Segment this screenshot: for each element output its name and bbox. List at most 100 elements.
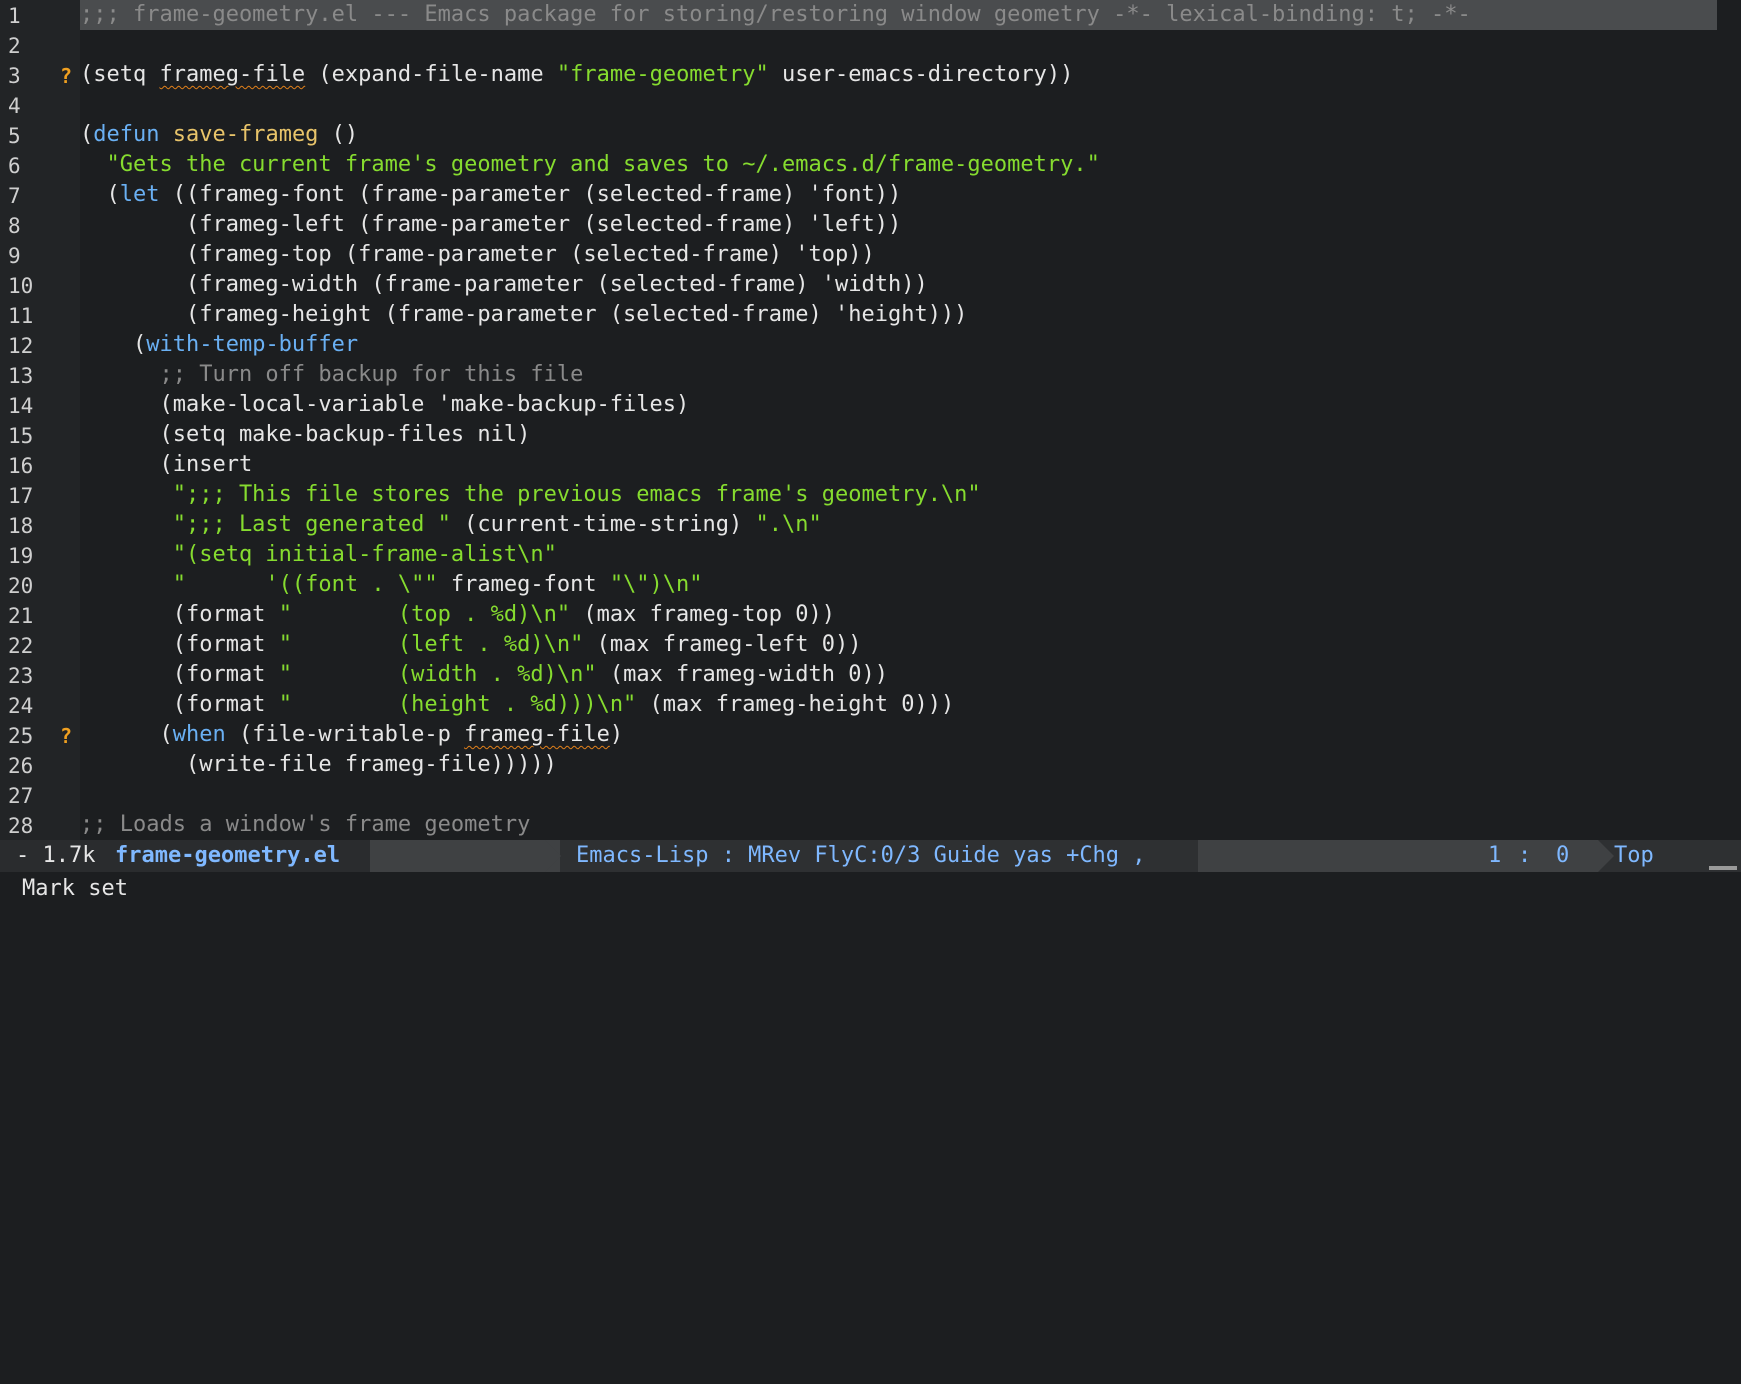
line-number: 9 <box>8 244 21 268</box>
code-line[interactable]: 20 " '((font . \"" frameg-font "\")\n" <box>0 570 1741 600</box>
line-code: (frameg-width (frame-parameter (selected… <box>80 270 928 300</box>
code-line[interactable]: 9 (frameg-top (frame-parameter (selected… <box>0 240 1741 270</box>
active-modes[interactable]: Emacs-Lisp : MRev FlyC:0/3 Guide yas +Ch… <box>576 840 1146 872</box>
line-code: (setq make-backup-files nil) <box>80 420 530 450</box>
code-line[interactable]: 27 <box>0 780 1741 810</box>
code-line[interactable]: 4 <box>0 90 1741 120</box>
code-line[interactable]: 15 (setq make-backup-files nil) <box>0 420 1741 450</box>
code-line[interactable]: 18 ";;; Last generated " (current-time-s… <box>0 510 1741 540</box>
code-token: " (height . %d)))\n" <box>278 692 637 717</box>
line-number: 10 <box>8 274 34 298</box>
flycheck-warning-icon[interactable]: ? <box>60 722 72 750</box>
code-line[interactable]: 3? (setq frameg-file (expand-file-name "f… <box>0 60 1741 90</box>
line-number: 17 <box>8 484 34 508</box>
code-line[interactable]: 21 (format " (top . %d)\n" (max frameg-t… <box>0 600 1741 630</box>
line-number: 3 <box>8 64 21 88</box>
line-code: (defun save-frameg () <box>80 120 358 150</box>
buffer-name[interactable]: frame-geometry.el <box>115 840 340 872</box>
code-line[interactable]: 6 "Gets the current frame's geometry and… <box>0 150 1741 180</box>
line-number: 16 <box>8 454 34 478</box>
code-token: (max frameg-height 0))) <box>636 692 955 717</box>
cursor-line: 1 <box>1488 843 1502 868</box>
code-line[interactable]: 11 (frameg-height (frame-parameter (sele… <box>0 300 1741 330</box>
line-number: 28 <box>8 814 34 838</box>
code-token: when <box>172 722 226 747</box>
code-line[interactable]: 16 (insert <box>0 450 1741 480</box>
flycheck-warning-icon[interactable]: ? <box>60 62 72 90</box>
code-token: " (left . %d)\n" <box>278 632 584 657</box>
mode-line-arrow-icon <box>1598 840 1614 872</box>
code-token: (format <box>80 632 279 657</box>
line-code: ;; Loads a window's frame geometry <box>80 810 530 840</box>
code-token: " (top . %d)\n" <box>278 602 571 627</box>
code-line[interactable]: 13 ;; Turn off backup for this file <box>0 360 1741 390</box>
line-code: (write-file frameg-file))))) <box>80 750 557 780</box>
echo-message: Mark set <box>22 876 128 901</box>
line-code: (make-local-variable 'make-backup-files) <box>80 390 689 420</box>
code-token: "\")\n" <box>609 572 703 597</box>
code-line[interactable]: 7 (let ((frameg-font (frame-parameter (s… <box>0 180 1741 210</box>
code-line[interactable]: 22 (format " (left . %d)\n" (max frameg-… <box>0 630 1741 660</box>
line-number: 21 <box>8 604 34 628</box>
code-token: (frameg-top (frame-parameter (selected-f… <box>80 242 875 267</box>
mode-line-separator <box>370 840 560 872</box>
code-line[interactable]: 17 ";;; This file stores the previous em… <box>0 480 1741 510</box>
line-code: ;;; frame-geometry.el --- Emacs package … <box>80 0 1717 30</box>
code-token: frameg-font <box>437 572 610 597</box>
line-code: "(setq initial-frame-alist\n" <box>80 540 557 570</box>
code-line[interactable]: 12 (with-temp-buffer <box>0 330 1741 360</box>
code-token: " '((font . \"" <box>80 572 438 597</box>
code-token: (expand-file-name <box>305 62 557 87</box>
line-code: (frameg-top (frame-parameter (selected-f… <box>80 240 875 270</box>
flagged-symbol: frameg-file <box>464 722 610 747</box>
code-token: ((frameg-font (frame-parameter (selected… <box>159 182 902 207</box>
code-token: ) <box>609 722 624 747</box>
line-code: (format " (height . %d)))\n" (max frameg… <box>80 690 955 720</box>
scroll-position: Top <box>1614 843 1654 868</box>
line-code: "Gets the current frame's geometry and s… <box>80 150 1099 180</box>
code-token: ( <box>80 722 173 747</box>
line-number: 7 <box>8 184 21 208</box>
line-number: 5 <box>8 124 21 148</box>
code-line[interactable]: 26 (write-file frameg-file))))) <box>0 750 1741 780</box>
line-code: (frameg-height (frame-parameter (selecte… <box>80 300 967 330</box>
code-token: ( <box>80 332 147 357</box>
code-token: (max frameg-top 0)) <box>570 602 835 627</box>
code-token: (max frameg-left 0)) <box>583 632 862 657</box>
code-line[interactable]: 25? (when (file-writable-p frameg-file) <box>0 720 1741 750</box>
code-token: "frame-geometry" <box>556 62 769 87</box>
code-line[interactable]: 10 (frameg-width (frame-parameter (selec… <box>0 270 1741 300</box>
code-line[interactable]: 8 (frameg-left (frame-parameter (selecte… <box>0 210 1741 240</box>
code-line[interactable]: 28 ;; Loads a window's frame geometry <box>0 810 1741 840</box>
line-code: ;; Turn off backup for this file <box>80 360 583 390</box>
code-line[interactable]: 2 <box>0 30 1741 60</box>
line-code: (format " (top . %d)\n" (max frameg-top … <box>80 600 835 630</box>
code-line[interactable]: 24 (format " (height . %d)))\n" (max fra… <box>0 690 1741 720</box>
code-line[interactable]: 14 (make-local-variable 'make-backup-fil… <box>0 390 1741 420</box>
line-code: ";;; This file stores the previous emacs… <box>80 480 981 510</box>
line-code: " '((font . \"" frameg-font "\")\n" <box>80 570 703 600</box>
code-token: ;; Turn off backup for this file <box>80 362 584 387</box>
line-number: 23 <box>8 664 34 688</box>
code-line[interactable]: 5 (defun save-frameg () <box>0 120 1741 150</box>
line-code: (when (file-writable-p frameg-file) <box>80 720 623 750</box>
code-token: (frameg-width (frame-parameter (selected… <box>80 272 928 297</box>
code-token: (format <box>80 662 279 687</box>
line-number: 14 <box>8 394 34 418</box>
line-number: 20 <box>8 574 34 598</box>
flagged-symbol: frameg-file <box>159 62 306 87</box>
code-line[interactable]: 19 "(setq initial-frame-alist\n" <box>0 540 1741 570</box>
code-token: (setq make-backup-files nil) <box>80 422 531 447</box>
code-token: save-frameg <box>172 122 319 147</box>
code-line[interactable]: 23 (format " (width . %d)\n" (max frameg… <box>0 660 1741 690</box>
code-line[interactable]: 1 ;;; frame-geometry.el --- Emacs package… <box>0 0 1741 30</box>
editor-buffer[interactable]: 1 ;;; frame-geometry.el --- Emacs package… <box>0 0 1741 840</box>
line-number: 25 <box>8 724 34 748</box>
code-token: () <box>318 122 359 147</box>
echo-area[interactable]: Mark set <box>0 872 1741 906</box>
code-token: (frameg-left (frame-parameter (selected-… <box>80 212 902 237</box>
code-token: ( <box>80 122 94 147</box>
